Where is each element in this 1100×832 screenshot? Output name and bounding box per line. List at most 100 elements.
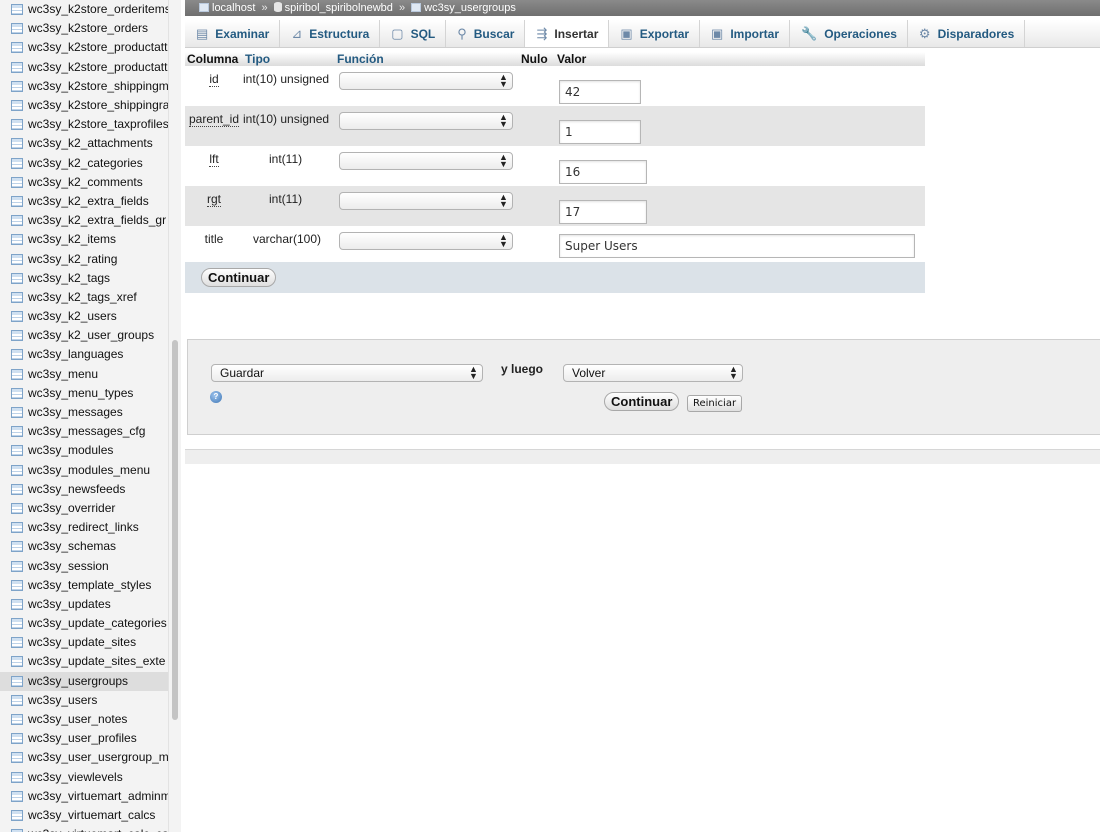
- column-name: id: [209, 72, 219, 87]
- table-icon: [11, 42, 23, 54]
- sidebar-item[interactable]: wc3sy_menu: [0, 365, 168, 384]
- sidebar-item[interactable]: wc3sy_k2_user_groups: [0, 326, 168, 345]
- sidebar-item[interactable]: wc3sy_k2_tags: [0, 269, 168, 288]
- sidebar-item[interactable]: wc3sy_template_styles: [0, 576, 168, 595]
- sidebar-item[interactable]: wc3sy_k2_users: [0, 307, 168, 326]
- table-icon: [11, 272, 23, 284]
- column-type: varchar(100): [253, 232, 322, 246]
- sidebar-item[interactable]: wc3sy_update_categories: [0, 614, 168, 633]
- sidebar-item[interactable]: wc3sy_users: [0, 691, 168, 710]
- select-arrows-icon: ▲ ▼: [499, 192, 508, 209]
- header-function[interactable]: Función: [335, 52, 519, 66]
- breadcrumb-table[interactable]: wc3sy_usergroups: [424, 2, 516, 14]
- sidebar-item[interactable]: wc3sy_newsfeeds: [0, 480, 168, 499]
- sidebar-item[interactable]: wc3sy_k2_attachments: [0, 134, 168, 153]
- sidebar-item[interactable]: wc3sy_messages: [0, 403, 168, 422]
- tab-sql[interactable]: ▢ SQL: [380, 20, 447, 47]
- sidebar-item[interactable]: wc3sy_update_sites_exte: [0, 652, 168, 671]
- sidebar-item[interactable]: wc3sy_virtuemart_adminm: [0, 787, 168, 806]
- sidebar-item-label: wc3sy_messages: [28, 405, 123, 420]
- tab-label: Estructura: [309, 26, 370, 41]
- sidebar-item[interactable]: wc3sy_viewlevels: [0, 768, 168, 787]
- value-input[interactable]: 17: [559, 200, 647, 224]
- tab-buscar[interactable]: ⚲ Buscar: [446, 20, 526, 47]
- sidebar-item[interactable]: wc3sy_k2_comments: [0, 173, 168, 192]
- sidebar-item[interactable]: wc3sy_modules: [0, 441, 168, 460]
- table-icon: [11, 138, 23, 150]
- sidebar-item[interactable]: wc3sy_user_usergroup_m: [0, 748, 168, 767]
- sidebar-item[interactable]: wc3sy_k2store_productatt: [0, 38, 168, 57]
- sidebar-item[interactable]: wc3sy_messages_cfg: [0, 422, 168, 441]
- sidebar-item[interactable]: wc3sy_user_notes: [0, 710, 168, 729]
- sidebar-item[interactable]: wc3sy_updates: [0, 595, 168, 614]
- insert-form-table: Columna Tipo Función Nulo Valor id int(1…: [185, 52, 925, 293]
- sidebar-item[interactable]: wc3sy_k2_extra_fields_gr: [0, 211, 168, 230]
- sidebar-item[interactable]: wc3sy_user_profiles: [0, 729, 168, 748]
- sidebar-item[interactable]: wc3sy_usergroups: [0, 671, 168, 691]
- tab-disparadores[interactable]: ⚙ Disparadores: [908, 20, 1026, 47]
- tab-operaciones[interactable]: 🔧 Operaciones: [790, 20, 908, 47]
- sidebar-item-label: wc3sy_users: [28, 692, 98, 707]
- function-select[interactable]: ▲ ▼: [339, 152, 513, 170]
- table-icon: [11, 656, 23, 668]
- sidebar-item[interactable]: wc3sy_k2store_productatt: [0, 58, 168, 77]
- tab-importar[interactable]: ▣ Importar: [700, 20, 791, 47]
- sidebar-item[interactable]: wc3sy_k2_tags_xref: [0, 288, 168, 307]
- function-select[interactable]: ▲ ▼: [339, 192, 513, 210]
- sidebar-item-label: wc3sy_template_styles: [28, 577, 152, 592]
- sidebar-item[interactable]: wc3sy_k2store_shippingra: [0, 96, 168, 115]
- table-icon: [11, 541, 23, 553]
- database-icon: [273, 2, 282, 12]
- sidebar-item[interactable]: wc3sy_redirect_links: [0, 518, 168, 537]
- sidebar-item[interactable]: wc3sy_languages: [0, 345, 168, 364]
- sidebar-item[interactable]: wc3sy_update_sites: [0, 633, 168, 652]
- sidebar-item-label: wc3sy_k2_rating: [28, 251, 118, 266]
- tab-exportar[interactable]: ▣ Exportar: [609, 20, 701, 47]
- table-icon: [11, 790, 23, 802]
- sidebar-item[interactable]: wc3sy_k2_rating: [0, 249, 168, 268]
- sidebar-item-label: wc3sy_k2store_taxprofiles: [28, 117, 168, 132]
- browse-icon: ▤: [196, 25, 209, 41]
- function-select[interactable]: ▲ ▼: [339, 112, 513, 130]
- sidebar-item[interactable]: wc3sy_k2store_orders: [0, 19, 168, 38]
- table-icon: [11, 234, 23, 246]
- continue-button[interactable]: Continuar: [201, 268, 277, 287]
- table-icon: [11, 311, 23, 323]
- breadcrumb-database[interactable]: spiribol_spiribolnewbd: [285, 2, 393, 14]
- after-insert-select[interactable]: Volver ▲ ▼: [563, 364, 743, 382]
- breadcrumb-server[interactable]: localhost: [212, 2, 255, 14]
- tab-estructura[interactable]: ⊿ Estructura: [280, 20, 381, 47]
- action-select[interactable]: Guardar ▲ ▼: [211, 364, 483, 382]
- sidebar-item[interactable]: wc3sy_overrider: [0, 499, 168, 518]
- sidebar-item[interactable]: wc3sy_k2store_shippingm: [0, 77, 168, 96]
- sidebar-item[interactable]: wc3sy_k2store_taxprofiles: [0, 115, 168, 134]
- value-input[interactable]: 16: [559, 160, 647, 184]
- reset-button[interactable]: Reiniciar: [687, 395, 743, 412]
- help-icon[interactable]: ?: [210, 391, 222, 403]
- tab-insertar[interactable]: ⇶ Insertar: [525, 20, 610, 47]
- function-select[interactable]: ▲ ▼: [339, 232, 513, 250]
- sidebar-item[interactable]: wc3sy_k2_extra_fields: [0, 192, 168, 211]
- sidebar-item[interactable]: wc3sy_k2_categories: [0, 154, 168, 173]
- sidebar-item[interactable]: wc3sy_virtuemart_calc_ca: [0, 825, 168, 832]
- sidebar-item[interactable]: wc3sy_session: [0, 556, 168, 575]
- sidebar-item[interactable]: wc3sy_schemas: [0, 537, 168, 556]
- sidebar-item[interactable]: wc3sy_k2_items: [0, 230, 168, 249]
- table-icon: [11, 215, 23, 227]
- sidebar-item[interactable]: wc3sy_k2store_orderitems: [0, 0, 168, 19]
- value-input[interactable]: 1: [559, 120, 641, 144]
- sidebar-scrollbar[interactable]: [168, 0, 181, 832]
- sidebar-item[interactable]: wc3sy_menu_types: [0, 384, 168, 403]
- value-input[interactable]: 42: [559, 80, 641, 104]
- continue-button[interactable]: Continuar: [604, 392, 680, 411]
- table-icon: [11, 426, 23, 438]
- value-input[interactable]: Super Users: [559, 234, 915, 258]
- tab-examinar[interactable]: ▤ Examinar: [185, 20, 281, 47]
- sidebar-item[interactable]: wc3sy_virtuemart_calcs: [0, 806, 168, 825]
- sidebar-item[interactable]: wc3sy_modules_menu: [0, 461, 168, 480]
- function-select[interactable]: ▲ ▼: [339, 72, 513, 90]
- header-type[interactable]: Tipo: [243, 52, 335, 66]
- server-icon: [199, 3, 209, 12]
- sidebar-scroll-thumb[interactable]: [172, 340, 178, 720]
- sidebar-item-label: wc3sy_modules: [28, 443, 114, 458]
